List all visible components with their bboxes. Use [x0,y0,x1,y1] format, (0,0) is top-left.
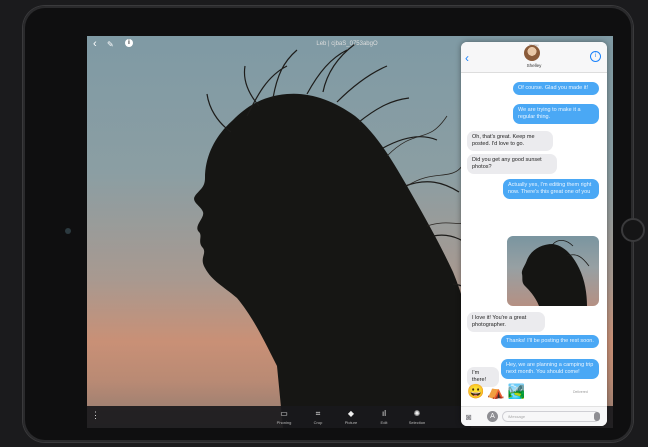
attached-photo[interactable] [507,236,599,306]
camera-icon[interactable]: ◙ [466,412,471,422]
tool-edit[interactable]: ıl Edit [369,409,399,425]
message-bubble-sent[interactable]: Of course. Glad you made it! [513,82,599,95]
message-bubble-sent[interactable]: We are trying to make it a regular thing… [513,104,599,124]
edit-wand-icon[interactable]: ✎ [107,40,114,49]
shapes-icon: ◆ [347,409,355,418]
conversation-header: Shelley ‹ Shelley i [461,42,607,73]
back-chevron-icon[interactable]: ‹ [93,38,97,50]
tool-label: Crop [313,420,323,425]
message-bubble-sent[interactable]: Actually yes, I'm editing them right now… [503,179,599,199]
contact-name[interactable]: Shelley [461,63,607,68]
messages-slide-over: Shelley ‹ Shelley i Of course. Glad you … [461,42,607,426]
info-icon[interactable]: i [125,39,133,47]
tool-label: Picture [344,420,358,425]
frame-icon: ▭ [280,409,288,418]
microphone-icon[interactable] [594,412,600,421]
emoji-message[interactable]: 😀⛺🏞️ [467,383,528,400]
tool-phoning[interactable]: ▭ Phoning [269,409,299,425]
tool-picture[interactable]: ◆ Picture [336,409,366,425]
front-camera [65,228,71,234]
screen: ‹ ✎ i Leb | cjbaS_0753abgO ⋮ ▭ Phoning ⌗… [87,36,613,428]
message-bubble-received[interactable]: Oh, that's great. Keep me posted. I'd lo… [467,131,553,151]
attached-photo-silhouette [521,240,590,306]
compose-bar: ◙ A iMessage [461,406,607,426]
delivered-status: Delivered [573,390,588,394]
tool-label: Phoning [276,420,292,425]
message-bubble-received[interactable]: I love it! You're a great photographer. [467,312,545,332]
message-bubble-received[interactable]: Did you get any good sunset photos? [467,154,557,174]
crop-icon: ⌗ [315,409,321,418]
photo-title: Leb | cjbaS_0753abgO [316,41,378,47]
avatar[interactable] [524,45,540,61]
more-options-icon[interactable]: ⋮ [91,410,100,421]
app-store-icon[interactable]: A [487,411,498,422]
tool-selection[interactable]: ✺ Selection [402,409,432,425]
home-button[interactable] [621,218,645,242]
message-input[interactable]: iMessage [502,411,600,422]
tool-crop[interactable]: ⌗ Crop [303,409,333,425]
message-bubble-sent[interactable]: Hey, we are planning a camping trip next… [501,359,599,379]
tool-label: Edit [380,420,388,425]
gear-icon: ✺ [413,409,421,418]
message-bubble-sent[interactable]: Thanks! I'll be posting the rest soon. [501,335,599,348]
info-icon[interactable]: i [590,51,601,62]
ipad-frame: ‹ ✎ i Leb | cjbaS_0753abgO ⋮ ▭ Phoning ⌗… [23,6,645,442]
tool-label: Selection [408,420,426,425]
sliders-icon: ıl [382,409,386,418]
